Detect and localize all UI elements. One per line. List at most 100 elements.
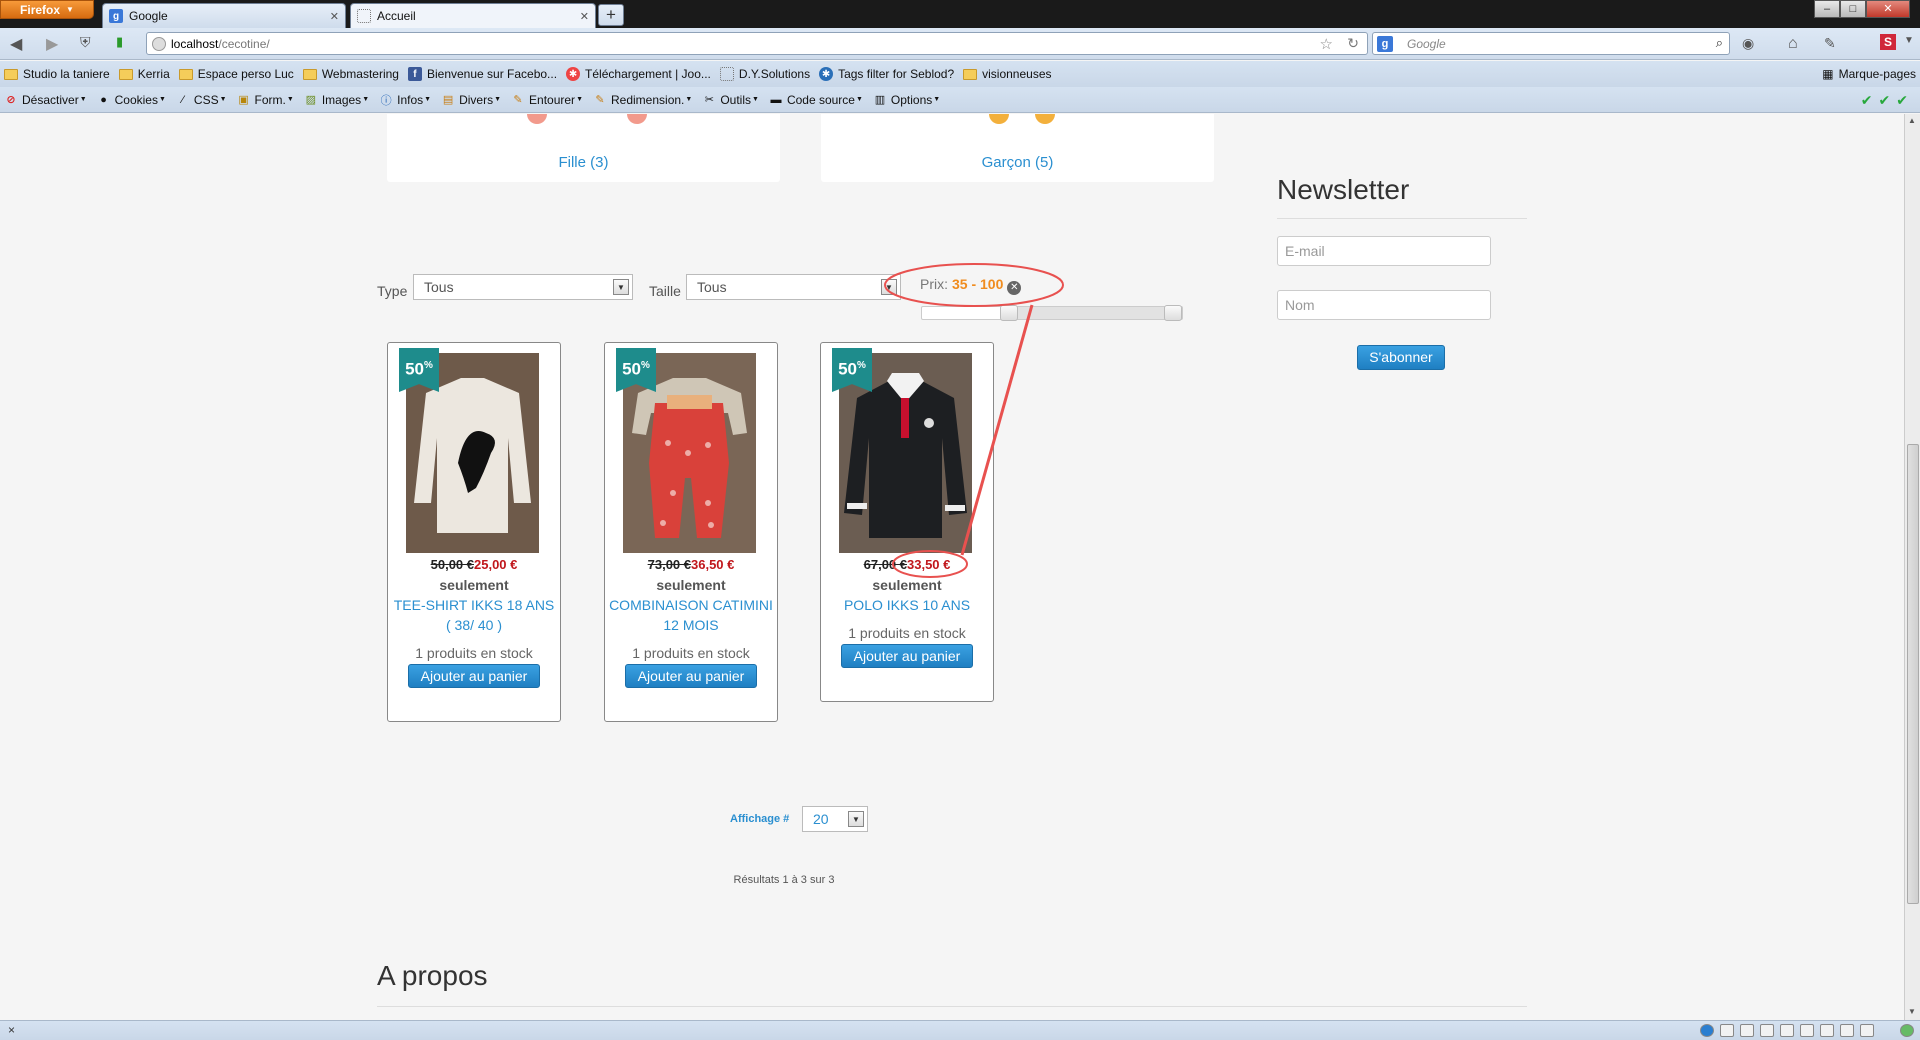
page-scrollbar[interactable]: ▲ ▼ [1904, 114, 1920, 1020]
category-card-fille[interactable]: Fille (3) [387, 114, 780, 182]
dev-label: Outils [720, 92, 751, 107]
close-icon[interactable]: ✕ [580, 10, 589, 23]
back-icon[interactable]: ◀ [10, 34, 22, 54]
size-filter-select[interactable]: Tous ▼ [686, 274, 901, 300]
s-addon-icon[interactable]: S [1880, 34, 1896, 50]
tab-label: Google [129, 9, 168, 23]
dev-options[interactable]: ▥ Options ▼ [873, 93, 941, 107]
newsletter-name-input[interactable]: Nom [1277, 290, 1491, 320]
chevron-down-icon: ▼ [494, 96, 502, 103]
folder-icon [4, 68, 18, 80]
type-filter-select[interactable]: Tous ▼ [413, 274, 633, 300]
price-slider-min-handle[interactable] [1000, 305, 1018, 321]
dev-outline[interactable]: ✎ Entourer ▼ [511, 93, 583, 107]
category-card-garcon[interactable]: Garçon (5) [821, 114, 1214, 182]
globe-icon[interactable] [1700, 1024, 1714, 1037]
price-slider[interactable] [921, 305, 1183, 321]
clear-icon[interactable]: ✕ [1007, 281, 1022, 295]
dev-forms[interactable]: ▣ Form. ▼ [237, 93, 293, 107]
dev-misc[interactable]: ▤ Divers ▼ [441, 93, 501, 107]
close-icon[interactable]: × [8, 1023, 15, 1037]
dev-cookies[interactable]: ● Cookies ▼ [97, 93, 166, 107]
add-to-cart-button[interactable]: Ajouter au panier [841, 644, 973, 668]
print-icon[interactable] [1800, 1024, 1814, 1037]
scrollbar-thumb[interactable] [1907, 444, 1919, 904]
search-bar[interactable]: g Google ⌕ [1372, 32, 1730, 55]
maximize-button[interactable]: □ [1840, 0, 1866, 18]
tab-accueil[interactable]: Accueil ✕ [350, 3, 596, 28]
new-tab-button[interactable]: + [598, 4, 624, 26]
display-count-select[interactable]: 20 ▼ [802, 806, 868, 832]
product-card: 50% 67,00 €33,50 € seulement POLO IKKS 1… [820, 342, 994, 702]
validation-check-icons[interactable]: ✔✔✔ [1861, 92, 1914, 109]
chevron-down-icon: ▼ [158, 96, 166, 103]
bookmark-studio[interactable]: Studio la taniere [4, 67, 110, 81]
addon-icon[interactable] [1740, 1024, 1754, 1037]
firefox-menu-button[interactable]: Firefox ▼ [0, 0, 94, 19]
tab-google[interactable]: g Google ✕ [102, 3, 346, 28]
chart-icon[interactable] [1860, 1024, 1874, 1037]
pencil-icon: ✎ [513, 94, 523, 106]
bookmark-facebook[interactable]: f Bienvenue sur Facebo... [407, 67, 557, 81]
dev-tools[interactable]: ✂ Outils ▼ [702, 93, 759, 107]
chevron-down-icon: ▼ [362, 96, 370, 103]
window-close-button[interactable]: ✕ [1866, 0, 1910, 18]
bookmark-webmastering[interactable]: Webmastering [302, 67, 399, 81]
category-link-fille[interactable]: Fille (3) [387, 154, 780, 171]
discount-value: 50 [405, 359, 424, 379]
bookmark-espace-perso[interactable]: Espace perso Luc [178, 67, 294, 81]
addon-icon[interactable] [1820, 1024, 1834, 1037]
tools-icon: ✂ [704, 94, 714, 106]
seblod-icon: ✱ [819, 67, 834, 81]
minimize-button[interactable]: – [1814, 0, 1840, 18]
price-slider-max-handle[interactable] [1164, 305, 1182, 321]
dev-images[interactable]: ▨ Images ▼ [304, 93, 370, 107]
save-icon[interactable] [1780, 1024, 1794, 1037]
bookmarks-menu[interactable]: ▦ Marque-pages [1822, 67, 1916, 81]
scroll-up-icon[interactable]: ▲ [1908, 116, 1916, 125]
dev-infos[interactable]: ⓘ Infos ▼ [379, 93, 431, 107]
chevron-down-icon: ▼ [424, 96, 432, 103]
dev-css[interactable]: ⁄ CSS ▼ [176, 93, 227, 107]
type-filter-label: Type [377, 283, 408, 299]
scroll-down-icon[interactable]: ▼ [1908, 1007, 1916, 1016]
bookmark-label: visionneuses [982, 67, 1052, 81]
status-ok-icon[interactable] [1900, 1024, 1914, 1037]
product-name-link[interactable]: TEE-SHIRT IKKS 18 ANS ( 38/ 40 ) [391, 595, 557, 635]
product-name-link[interactable]: COMBINAISON CATIMINI 12 MOIS [608, 595, 774, 635]
tools-icon[interactable]: ✎ [1824, 35, 1836, 52]
price-note: seulement [656, 577, 726, 593]
bookmark-joomla[interactable]: ✱ Téléchargement | Joo... [566, 67, 711, 81]
bookmark-seblod[interactable]: ✱ Tags filter for Seblod? [819, 67, 954, 81]
chevron-down-icon[interactable]: ▼ [1904, 35, 1914, 46]
reload-icon[interactable]: ↻ [1347, 35, 1359, 52]
bookmark-dysolutions[interactable]: D.Y.Solutions [719, 67, 811, 81]
forward-icon[interactable]: ▶ [46, 34, 58, 54]
bookmark-label: D.Y.Solutions [738, 67, 811, 81]
add-to-cart-button[interactable]: Ajouter au panier [408, 664, 540, 688]
dev-resize[interactable]: ✎ Redimension. ▼ [593, 93, 692, 107]
bookmark-visionneuses[interactable]: visionneuses [963, 67, 1052, 81]
subscribe-button[interactable]: S'abonner [1357, 345, 1445, 370]
bookmark-star-icon[interactable]: ☆ [1320, 35, 1333, 53]
dev-source[interactable]: ▬ Code source ▼ [769, 93, 862, 107]
search-icon[interactable]: ⌕ [1716, 35, 1723, 51]
close-icon[interactable]: ✕ [330, 10, 339, 23]
addon-icon[interactable] [1760, 1024, 1774, 1037]
bookmark-kerria[interactable]: Kerria [118, 67, 170, 81]
add-to-cart-button[interactable]: Ajouter au panier [625, 664, 757, 688]
price-note: seulement [439, 577, 509, 593]
addon-icon[interactable]: ◉ [1742, 35, 1754, 52]
mail-icon[interactable] [1840, 1024, 1854, 1037]
newsletter-email-input[interactable]: E-mail [1277, 236, 1491, 266]
product-name-link[interactable]: POLO IKKS 10 ANS [824, 595, 990, 615]
tools-icon[interactable] [1880, 1024, 1894, 1037]
bookmark-label: Webmastering [321, 67, 399, 81]
category-link-garcon[interactable]: Garçon (5) [821, 154, 1214, 171]
page-icon[interactable] [1720, 1024, 1734, 1037]
dev-disable[interactable]: ⊘ Désactiver ▼ [4, 93, 86, 107]
shield-icon[interactable]: ⛨ [80, 34, 91, 51]
url-bar[interactable]: localhost/cecotine/ ☆ ↻ [146, 32, 1368, 55]
home-icon[interactable]: ⌂ [1788, 35, 1798, 53]
new-price: 25,00 € [474, 557, 518, 572]
